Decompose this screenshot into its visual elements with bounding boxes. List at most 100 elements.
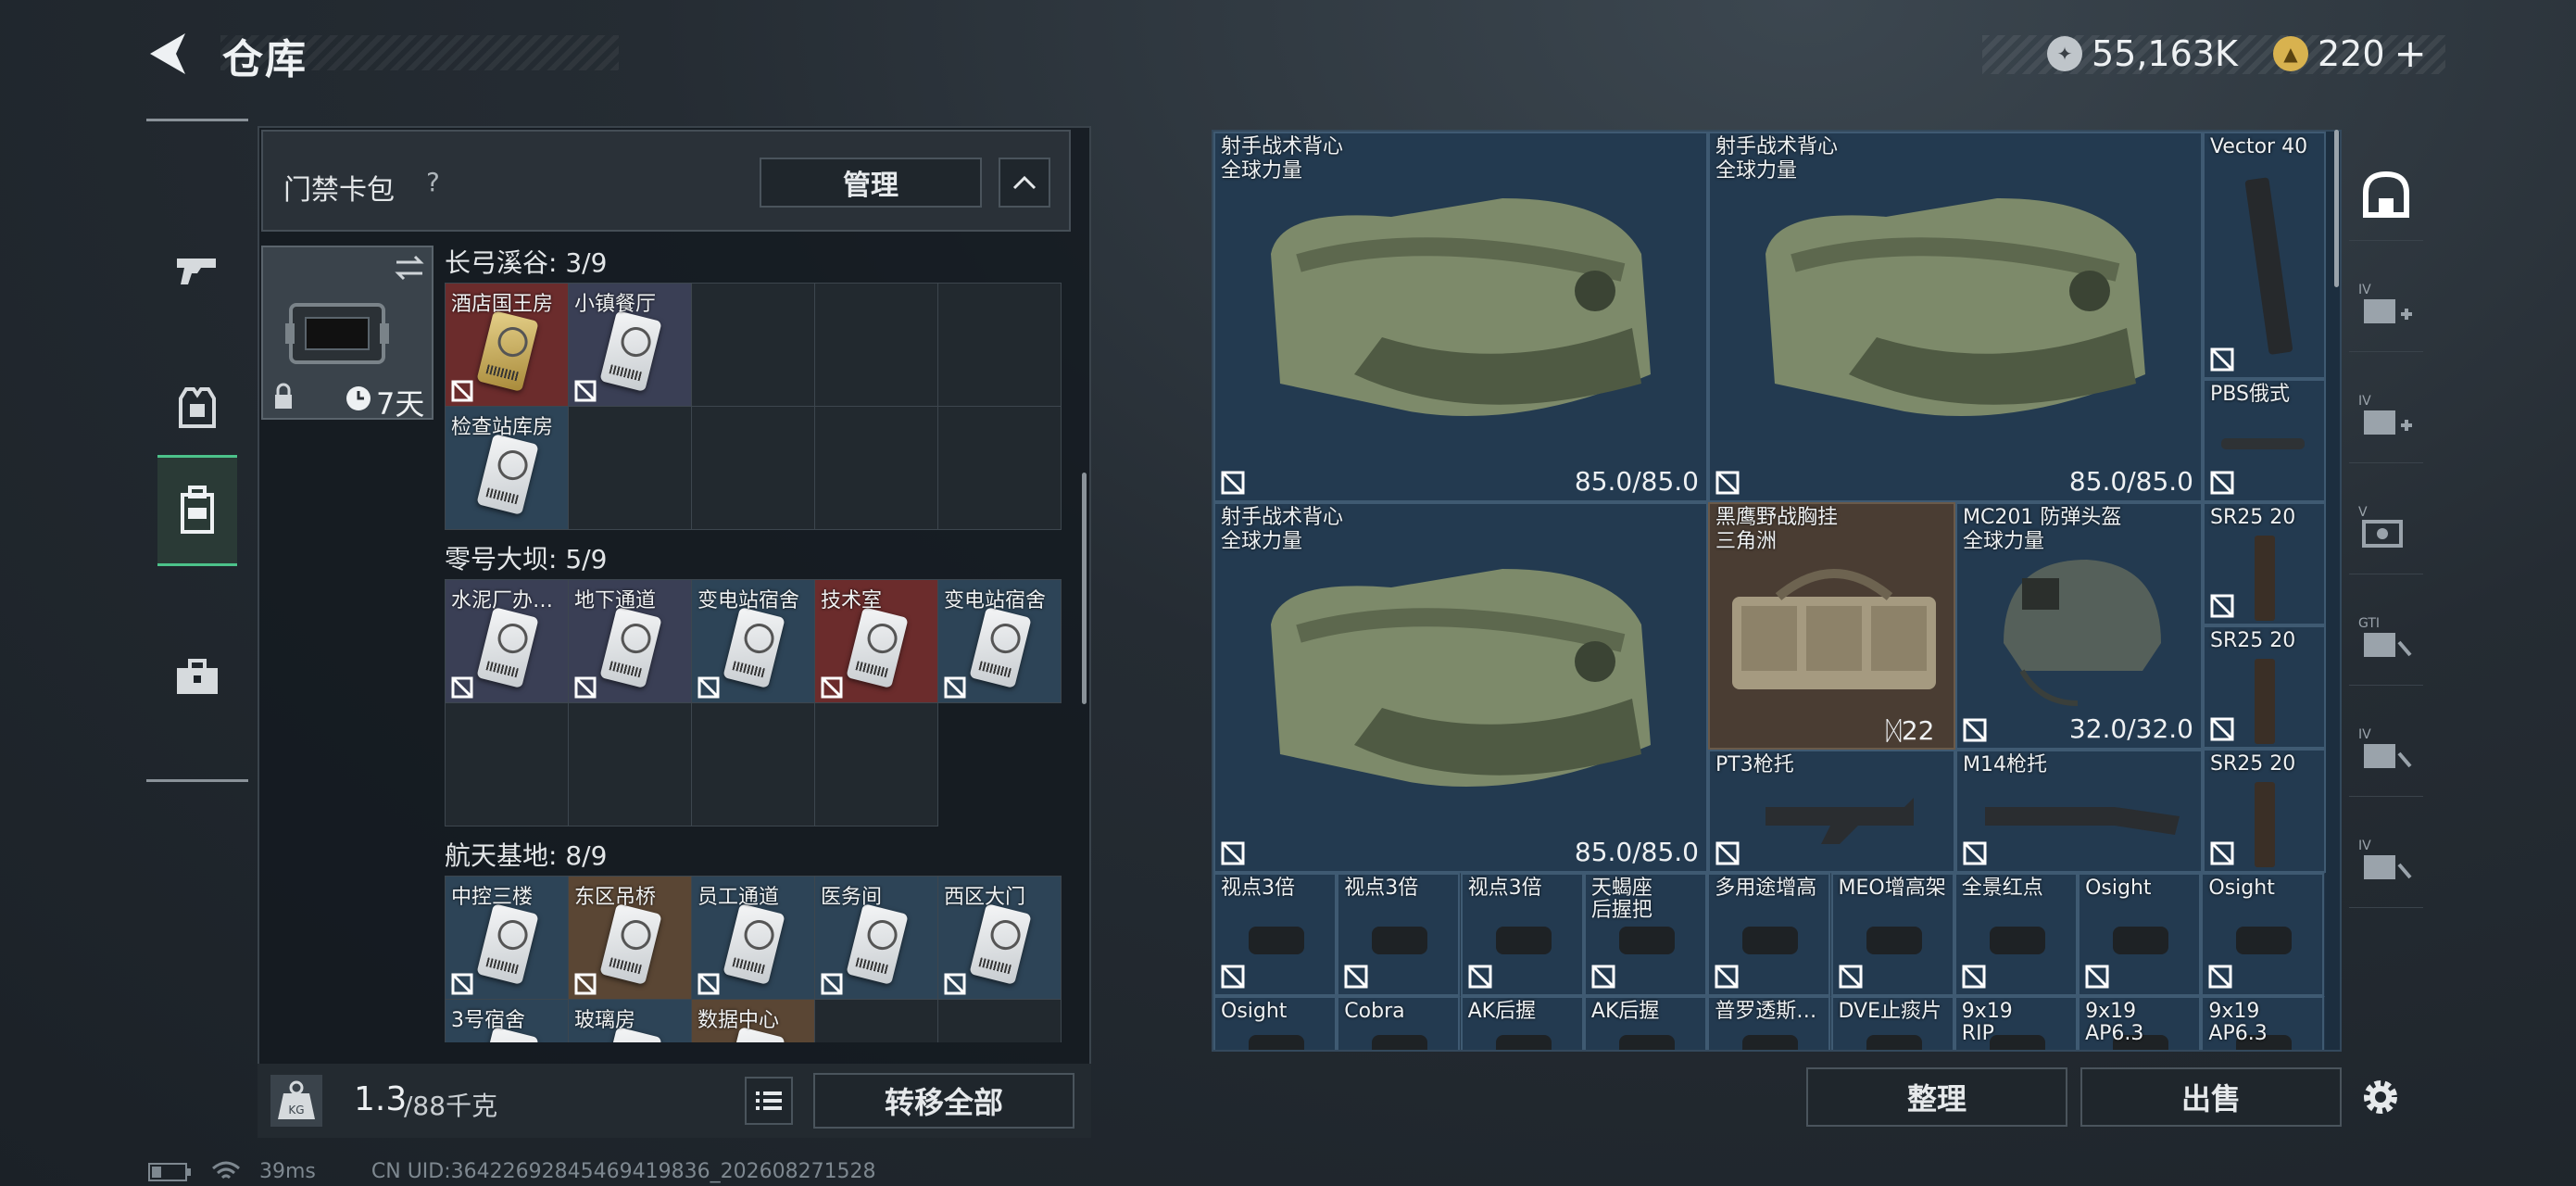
stash-item-vest[interactable]: 射手战术背心 全球力量 85.0/85.0 bbox=[1708, 132, 2203, 502]
keycard-slot[interactable]: 医务间 bbox=[815, 877, 938, 1000]
no-insure-icon bbox=[944, 973, 966, 995]
keycard-slot[interactable]: 玻璃房 bbox=[569, 1000, 692, 1042]
svg-text:IV: IV bbox=[2358, 283, 2371, 297]
stash-item-magazine[interactable]: SR25 20 bbox=[2203, 502, 2326, 625]
stash-item-small[interactable]: 普罗透斯… bbox=[1707, 996, 1831, 1050]
status-line: 39ms CN UID:364226928454694198​36_202608… bbox=[148, 1160, 876, 1183]
keycard-slot[interactable]: 酒店国王房 bbox=[446, 284, 569, 407]
stash-item-helmet[interactable]: MC201 防弹头盔 全球力量 32.0/32.0 bbox=[1955, 502, 2203, 750]
keycard-slot[interactable]: 员工通道 bbox=[692, 877, 815, 1000]
stash-item-small[interactable]: 视点3倍 bbox=[1460, 873, 1584, 996]
keycard-slot[interactable]: 小镇餐厅 bbox=[569, 284, 692, 407]
stash-item-small[interactable]: Cobra bbox=[1337, 996, 1461, 1050]
stash-item-magazine[interactable]: SR25 20 bbox=[2203, 749, 2326, 873]
stash-item-small[interactable]: AK后握 bbox=[1583, 996, 1707, 1050]
stash-item-small[interactable]: 多用途增高 bbox=[1707, 873, 1831, 996]
stash-item-stock[interactable]: PT3枪托 bbox=[1708, 750, 1955, 873]
no-insure-icon bbox=[821, 676, 843, 699]
stash-item-small[interactable]: 9x19 AP6.3 bbox=[2078, 996, 2202, 1050]
stash-item-small[interactable]: 9x19 RIP bbox=[1954, 996, 2078, 1050]
keycard-icon bbox=[723, 607, 785, 688]
nav-toolbox[interactable] bbox=[157, 622, 237, 733]
armor-icon bbox=[179, 387, 216, 428]
attachment-icon bbox=[1372, 927, 1428, 954]
keycard-case-icon bbox=[285, 303, 389, 364]
stash-tab-iv-2[interactable]: IV bbox=[2349, 371, 2423, 463]
no-insure-icon bbox=[451, 676, 473, 699]
keycard-slot[interactable]: 变电站宿舍 bbox=[692, 580, 815, 703]
stash-item-chest-rig[interactable]: 黑鹰野战胸挂 三角洲 ᛞ22 bbox=[1708, 502, 1955, 750]
nav-backpack[interactable] bbox=[157, 455, 237, 566]
stash-item-small[interactable]: 视点3倍 bbox=[1337, 873, 1461, 996]
keycard-icon bbox=[599, 310, 662, 392]
gold-currency[interactable]: ▲ 220 + bbox=[2273, 33, 2427, 74]
help-icon[interactable]: ? bbox=[426, 167, 440, 197]
home-stash-icon bbox=[2363, 170, 2409, 218]
stash-item-vest[interactable]: 射手战术背心 全球力量 85.0/85.0 bbox=[1213, 132, 1708, 502]
item-faction: 全球力量 bbox=[1221, 159, 1303, 183]
stash-item-small[interactable]: Osight bbox=[2201, 873, 2325, 996]
stash-item-small[interactable]: Osight bbox=[1213, 996, 1337, 1050]
keycard-scrollbar[interactable] bbox=[1082, 473, 1087, 704]
page-title: 仓库 bbox=[222, 36, 308, 83]
stash-item-vest[interactable]: 射手战术背心 全球力量 85.0/85.0 bbox=[1213, 502, 1708, 873]
vest-icon bbox=[1271, 569, 1651, 787]
stash-item-small[interactable]: 9x19 AP6.3 bbox=[2201, 996, 2325, 1050]
sell-button[interactable]: 出售 bbox=[2080, 1067, 2342, 1127]
keycard-slot[interactable]: 变电站宿舍 bbox=[938, 580, 1062, 703]
stash-tab-iv-1[interactable]: IV bbox=[2349, 259, 2423, 352]
keycard-icon bbox=[599, 903, 662, 985]
stash-item-small[interactable]: Osight bbox=[2078, 873, 2202, 996]
add-gold-icon[interactable]: + bbox=[2394, 34, 2427, 73]
sort-button[interactable]: 整理 bbox=[1806, 1067, 2067, 1127]
stash-item-silencer[interactable]: PBS俄式 bbox=[2203, 379, 2326, 502]
back-icon[interactable] bbox=[139, 26, 204, 82]
stash-tab-main[interactable] bbox=[2349, 148, 2423, 241]
transfer-all-button[interactable]: 转移全部 bbox=[813, 1073, 1074, 1129]
backpack-icon bbox=[181, 486, 214, 534]
stash-item-small[interactable]: AK后握 bbox=[1460, 996, 1584, 1050]
keycard-slot[interactable]: 东区吊桥 bbox=[569, 877, 692, 1000]
stash-item-stock[interactable]: M14枪托 bbox=[1955, 750, 2203, 873]
keycard-slot[interactable]: 技术室 bbox=[815, 580, 938, 703]
nav-weapons[interactable] bbox=[157, 214, 237, 325]
keycard-slot[interactable]: 中控三楼 bbox=[446, 877, 569, 1000]
manage-button[interactable]: 管理 bbox=[760, 158, 982, 208]
keycard-icon bbox=[969, 903, 1032, 985]
svg-text:IV: IV bbox=[2358, 839, 2371, 853]
attachment-icon bbox=[1249, 927, 1304, 954]
stash-scrollbar[interactable] bbox=[2334, 130, 2339, 287]
gold-amount: 220 bbox=[2318, 33, 2385, 74]
stash-tab-iv-4[interactable]: IV bbox=[2349, 815, 2423, 908]
item-name: 射手战术背心 bbox=[1221, 135, 1344, 158]
keycard-slot[interactable]: 数据中心 bbox=[692, 1000, 815, 1042]
stash-item-magazine[interactable]: Vector 40 bbox=[2203, 132, 2326, 379]
stash-item-magazine[interactable]: SR25 20 bbox=[2203, 625, 2326, 749]
attachment-icon bbox=[2113, 927, 2169, 954]
keycard-slot[interactable]: 地下通道 bbox=[569, 580, 692, 703]
attachment-icon bbox=[1618, 1035, 1675, 1050]
stash-tab-gti[interactable]: GTI bbox=[2349, 593, 2423, 686]
toolbox-icon bbox=[177, 659, 218, 694]
keycard-slot[interactable]: 检查站库房 bbox=[446, 407, 569, 530]
stash-item-small[interactable]: 全景红点 bbox=[1954, 873, 2078, 996]
vest-icon bbox=[1271, 198, 1651, 416]
magazine-icon bbox=[2255, 659, 2275, 744]
settings-button[interactable] bbox=[2355, 1067, 2406, 1127]
list-icon bbox=[756, 1091, 782, 1110]
keycard-slot[interactable]: 3号宿舍 bbox=[446, 1000, 569, 1042]
nav-armor[interactable] bbox=[157, 353, 237, 464]
attachment-icon bbox=[1742, 927, 1799, 954]
stash-item-small[interactable]: MEO增高架 bbox=[1830, 873, 1954, 996]
stash-item-small[interactable]: 天蝎座 后握把 bbox=[1583, 873, 1707, 996]
stash-item-small[interactable]: DVE止痰片 bbox=[1830, 996, 1954, 1050]
keycard-slot[interactable]: 西区大门 bbox=[938, 877, 1062, 1000]
keycard-slot[interactable]: 水泥厂办… bbox=[446, 580, 569, 703]
swap-icon[interactable] bbox=[393, 253, 426, 283]
stash-item-small[interactable]: 视点3倍 bbox=[1213, 873, 1337, 996]
stash-tab-iv-3[interactable]: IV bbox=[2349, 704, 2423, 797]
stash-tab-v[interactable]: V bbox=[2349, 482, 2423, 574]
collapse-button[interactable] bbox=[999, 158, 1050, 208]
list-view-button[interactable] bbox=[745, 1077, 793, 1125]
keycard-case[interactable]: 7天 bbox=[261, 246, 434, 422]
